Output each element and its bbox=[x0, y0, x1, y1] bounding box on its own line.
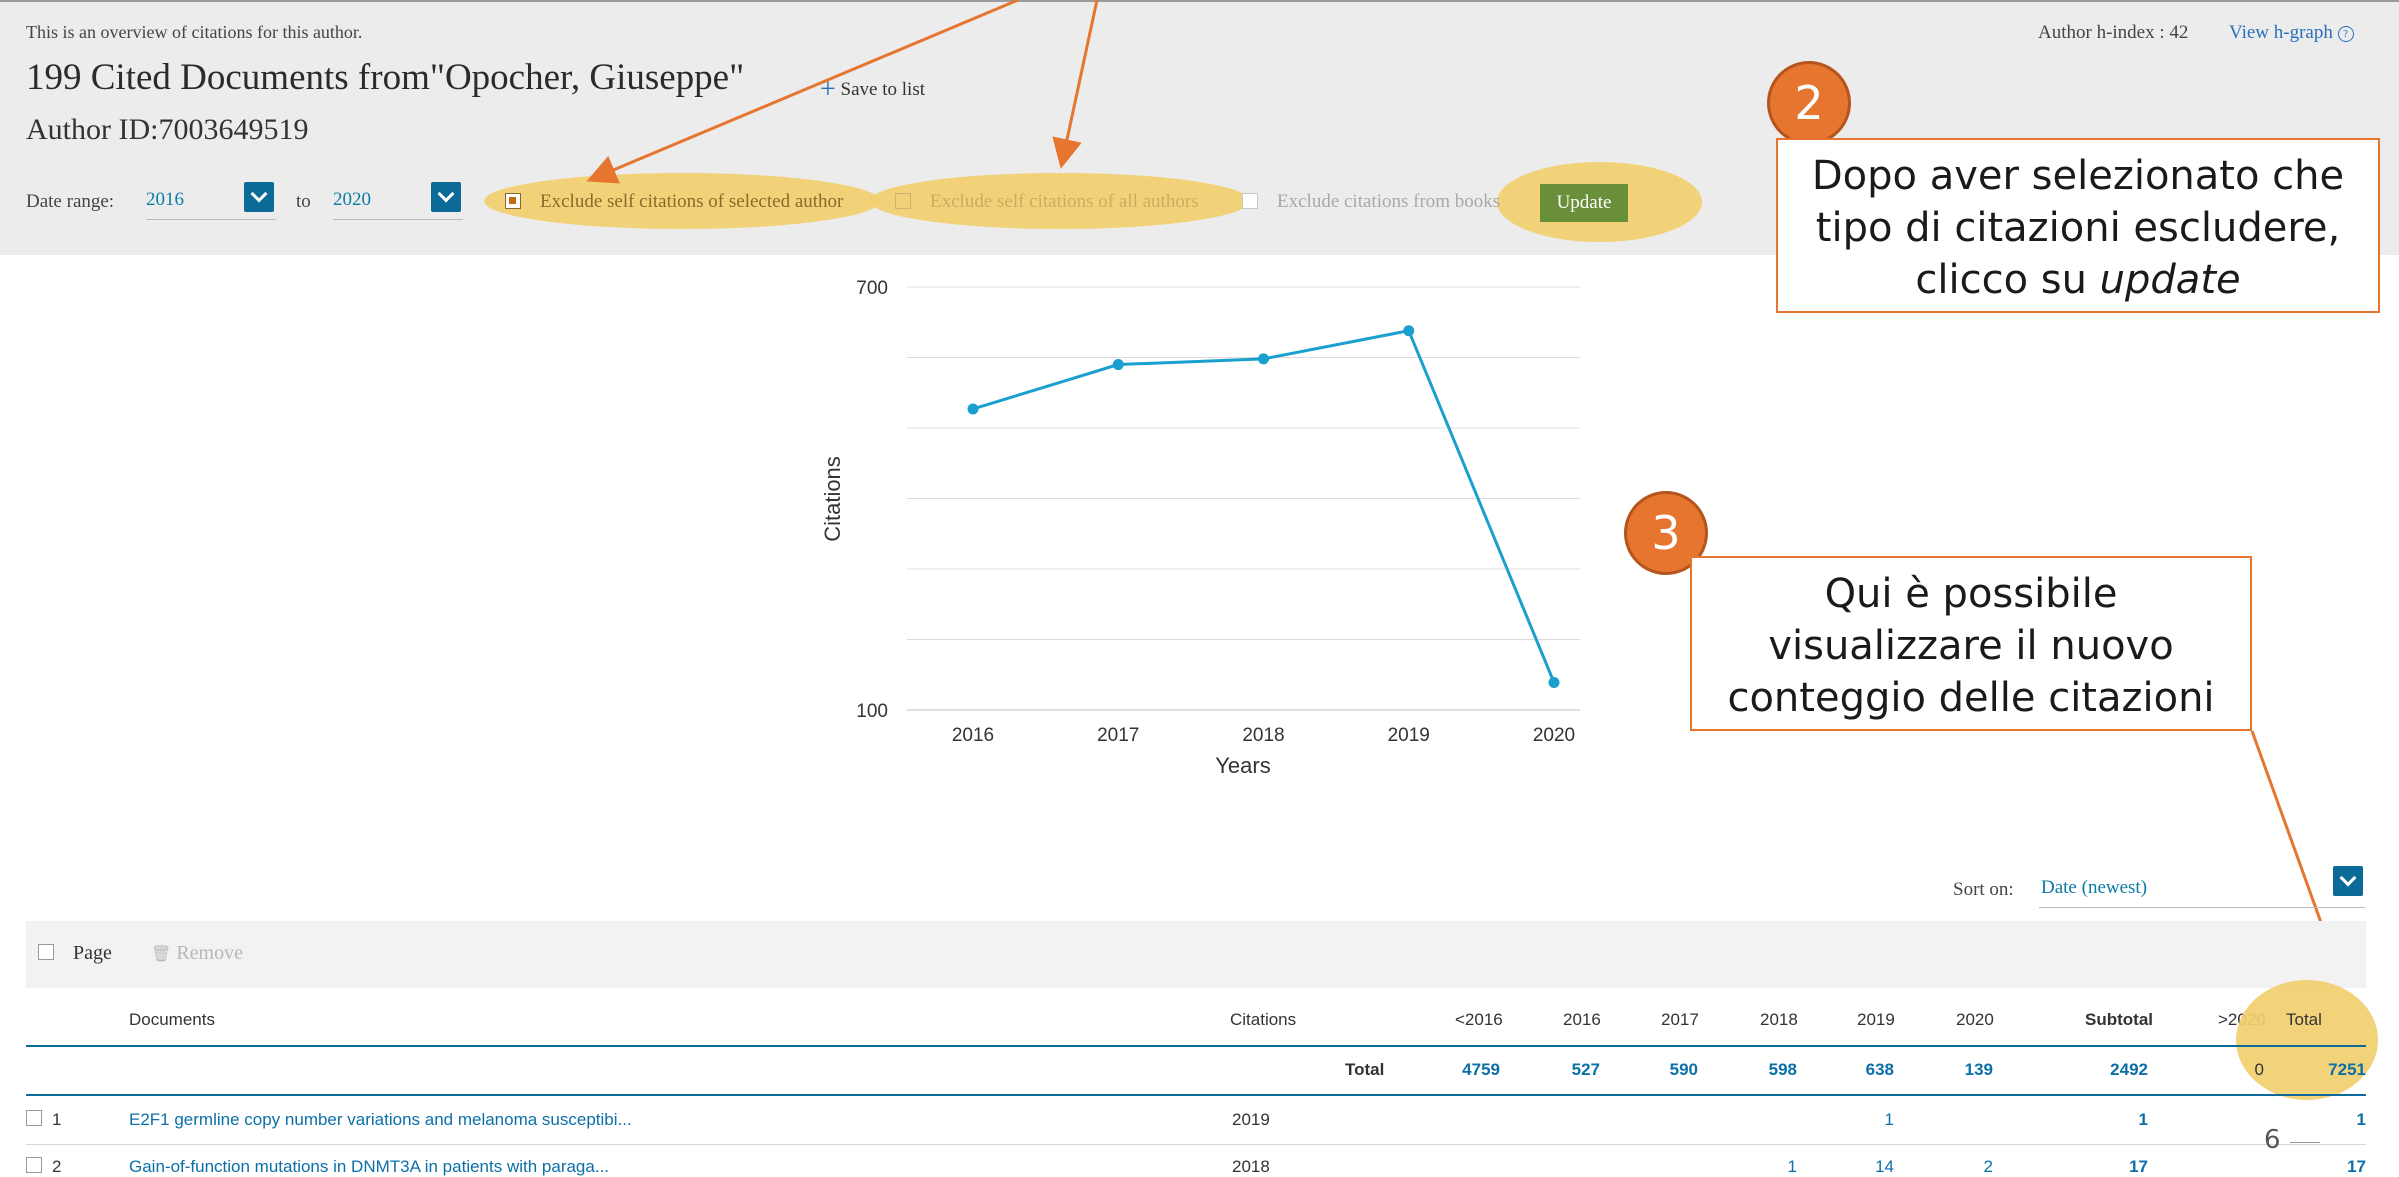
data-point bbox=[1548, 677, 1560, 689]
row-1-year: 2019 bbox=[1232, 1110, 1270, 1129]
callout-3-line-3: conteggio delle citazioni bbox=[1727, 675, 2215, 721]
y-tick-label: 100 bbox=[856, 701, 888, 722]
callout-3-line-2: visualizzare il nuovo bbox=[1768, 623, 2174, 669]
total-after-2020: 0 bbox=[2254, 1060, 2264, 1079]
slide-number: 6 bbox=[2264, 1125, 2281, 1155]
callout-3-box: Qui è possibile visualizzare il nuovo co… bbox=[1690, 556, 2252, 731]
arrow-to-exclude-selected bbox=[586, 0, 1019, 184]
row-1-rule bbox=[26, 1144, 2366, 1145]
data-point bbox=[1112, 359, 1124, 371]
total-subtotal[interactable]: 2492 bbox=[2078, 1060, 2148, 1080]
header-2020: 2020 bbox=[1956, 1010, 1994, 1029]
trash-icon: 🗑 bbox=[151, 946, 172, 963]
x-tick-label: 2018 bbox=[1242, 725, 1284, 746]
total-2018[interactable]: 598 bbox=[1727, 1060, 1797, 1080]
remove-button[interactable]: 🗑 Remove bbox=[151, 942, 243, 965]
header-citations: Citations bbox=[1230, 1010, 1297, 1029]
slide-number-rule bbox=[2290, 1142, 2320, 1143]
callout-2-line-3-text: clicco su bbox=[1915, 257, 2100, 303]
row-2-year: 2018 bbox=[1232, 1157, 1270, 1176]
sort-label: Sort on: bbox=[1953, 879, 2014, 900]
sort-underline bbox=[2039, 907, 2365, 908]
row-2-checkbox[interactable] bbox=[26, 1157, 42, 1173]
callout-2-line-3: clicco su update bbox=[1778, 254, 2378, 306]
header-2017: 2017 bbox=[1661, 1010, 1699, 1029]
row-2-2019[interactable]: 14 bbox=[1824, 1157, 1894, 1177]
page-label: Page bbox=[73, 942, 112, 964]
total-row-rule bbox=[26, 1094, 2366, 1096]
callout-2-box: Dopo aver selezionato che tipo di citazi… bbox=[1776, 138, 2380, 313]
header-documents: Documents bbox=[129, 1010, 215, 1029]
y-tick-label: 700 bbox=[856, 278, 888, 299]
header-2018: 2018 bbox=[1760, 1010, 1798, 1029]
callout-2-line-1: Dopo aver selezionato che bbox=[1811, 153, 2345, 199]
row-2-index: 2 bbox=[52, 1157, 62, 1176]
x-tick-label: 2020 bbox=[1533, 725, 1575, 746]
arrow-to-exclude-all bbox=[1052, 0, 1099, 169]
header-rule bbox=[26, 1045, 2366, 1047]
header-before-2016: <2016 bbox=[1455, 1010, 1503, 1029]
total-before-2016[interactable]: 4759 bbox=[1430, 1060, 1500, 1080]
header-total: Total bbox=[2286, 1010, 2322, 1029]
citations-chart: 700 100 2016 2017 2018 2019 2020 Years Citations bbox=[820, 278, 1580, 778]
total-2019[interactable]: 638 bbox=[1824, 1060, 1894, 1080]
callout-3-line-1: Qui è possibile bbox=[1824, 571, 2118, 617]
total-2016[interactable]: 527 bbox=[1530, 1060, 1600, 1080]
row-2-title-link[interactable]: Gain-of-function mutations in DNMT3A in … bbox=[129, 1157, 609, 1177]
row-2-2018[interactable]: 1 bbox=[1727, 1157, 1797, 1177]
row-1-subtotal[interactable]: 1 bbox=[2078, 1110, 2148, 1130]
row-1-2019[interactable]: 1 bbox=[1824, 1110, 1894, 1130]
x-tick-label: 2019 bbox=[1388, 725, 1430, 746]
row-1-total[interactable]: 1 bbox=[2296, 1110, 2366, 1130]
series-line bbox=[972, 329, 1556, 684]
total-2017[interactable]: 590 bbox=[1628, 1060, 1698, 1080]
total-total[interactable]: 7251 bbox=[2296, 1060, 2366, 1080]
total-row-label: Total bbox=[1345, 1060, 1385, 1079]
row-1-checkbox[interactable] bbox=[26, 1110, 42, 1126]
y-axis-title: Citations bbox=[820, 456, 845, 542]
data-point bbox=[1403, 325, 1415, 337]
sort-value: Date (newest) bbox=[2041, 877, 2148, 898]
row-2-total[interactable]: 17 bbox=[2296, 1157, 2366, 1177]
data-point bbox=[1258, 353, 1269, 365]
callout-2-italic: update bbox=[2099, 257, 2241, 303]
row-1-title-link[interactable]: E2F1 germline copy number variations and… bbox=[129, 1110, 632, 1130]
table-toolbar bbox=[26, 921, 2366, 988]
data-point bbox=[967, 403, 979, 415]
total-2020[interactable]: 139 bbox=[1923, 1060, 1993, 1080]
row-2-2020[interactable]: 2 bbox=[1923, 1157, 1993, 1177]
select-page-checkbox[interactable] bbox=[38, 944, 54, 960]
x-axis-title: Years bbox=[1215, 753, 1270, 778]
x-tick-label: 2017 bbox=[1097, 725, 1139, 746]
callout-2-badge: 2 bbox=[1767, 61, 1851, 145]
x-tick-label: 2016 bbox=[952, 725, 994, 746]
remove-label: Remove bbox=[176, 942, 243, 964]
sort-dropdown[interactable] bbox=[2333, 866, 2363, 896]
highlight-total bbox=[2236, 980, 2378, 1100]
callout-2-line-2: tipo di citazioni escludere, bbox=[1815, 205, 2341, 251]
row-2-subtotal[interactable]: 17 bbox=[2078, 1157, 2148, 1177]
row-1-index: 1 bbox=[52, 1110, 62, 1129]
header-subtotal: Subtotal bbox=[2085, 1010, 2153, 1029]
header-2016: 2016 bbox=[1563, 1010, 1601, 1029]
header-2019: 2019 bbox=[1857, 1010, 1895, 1029]
